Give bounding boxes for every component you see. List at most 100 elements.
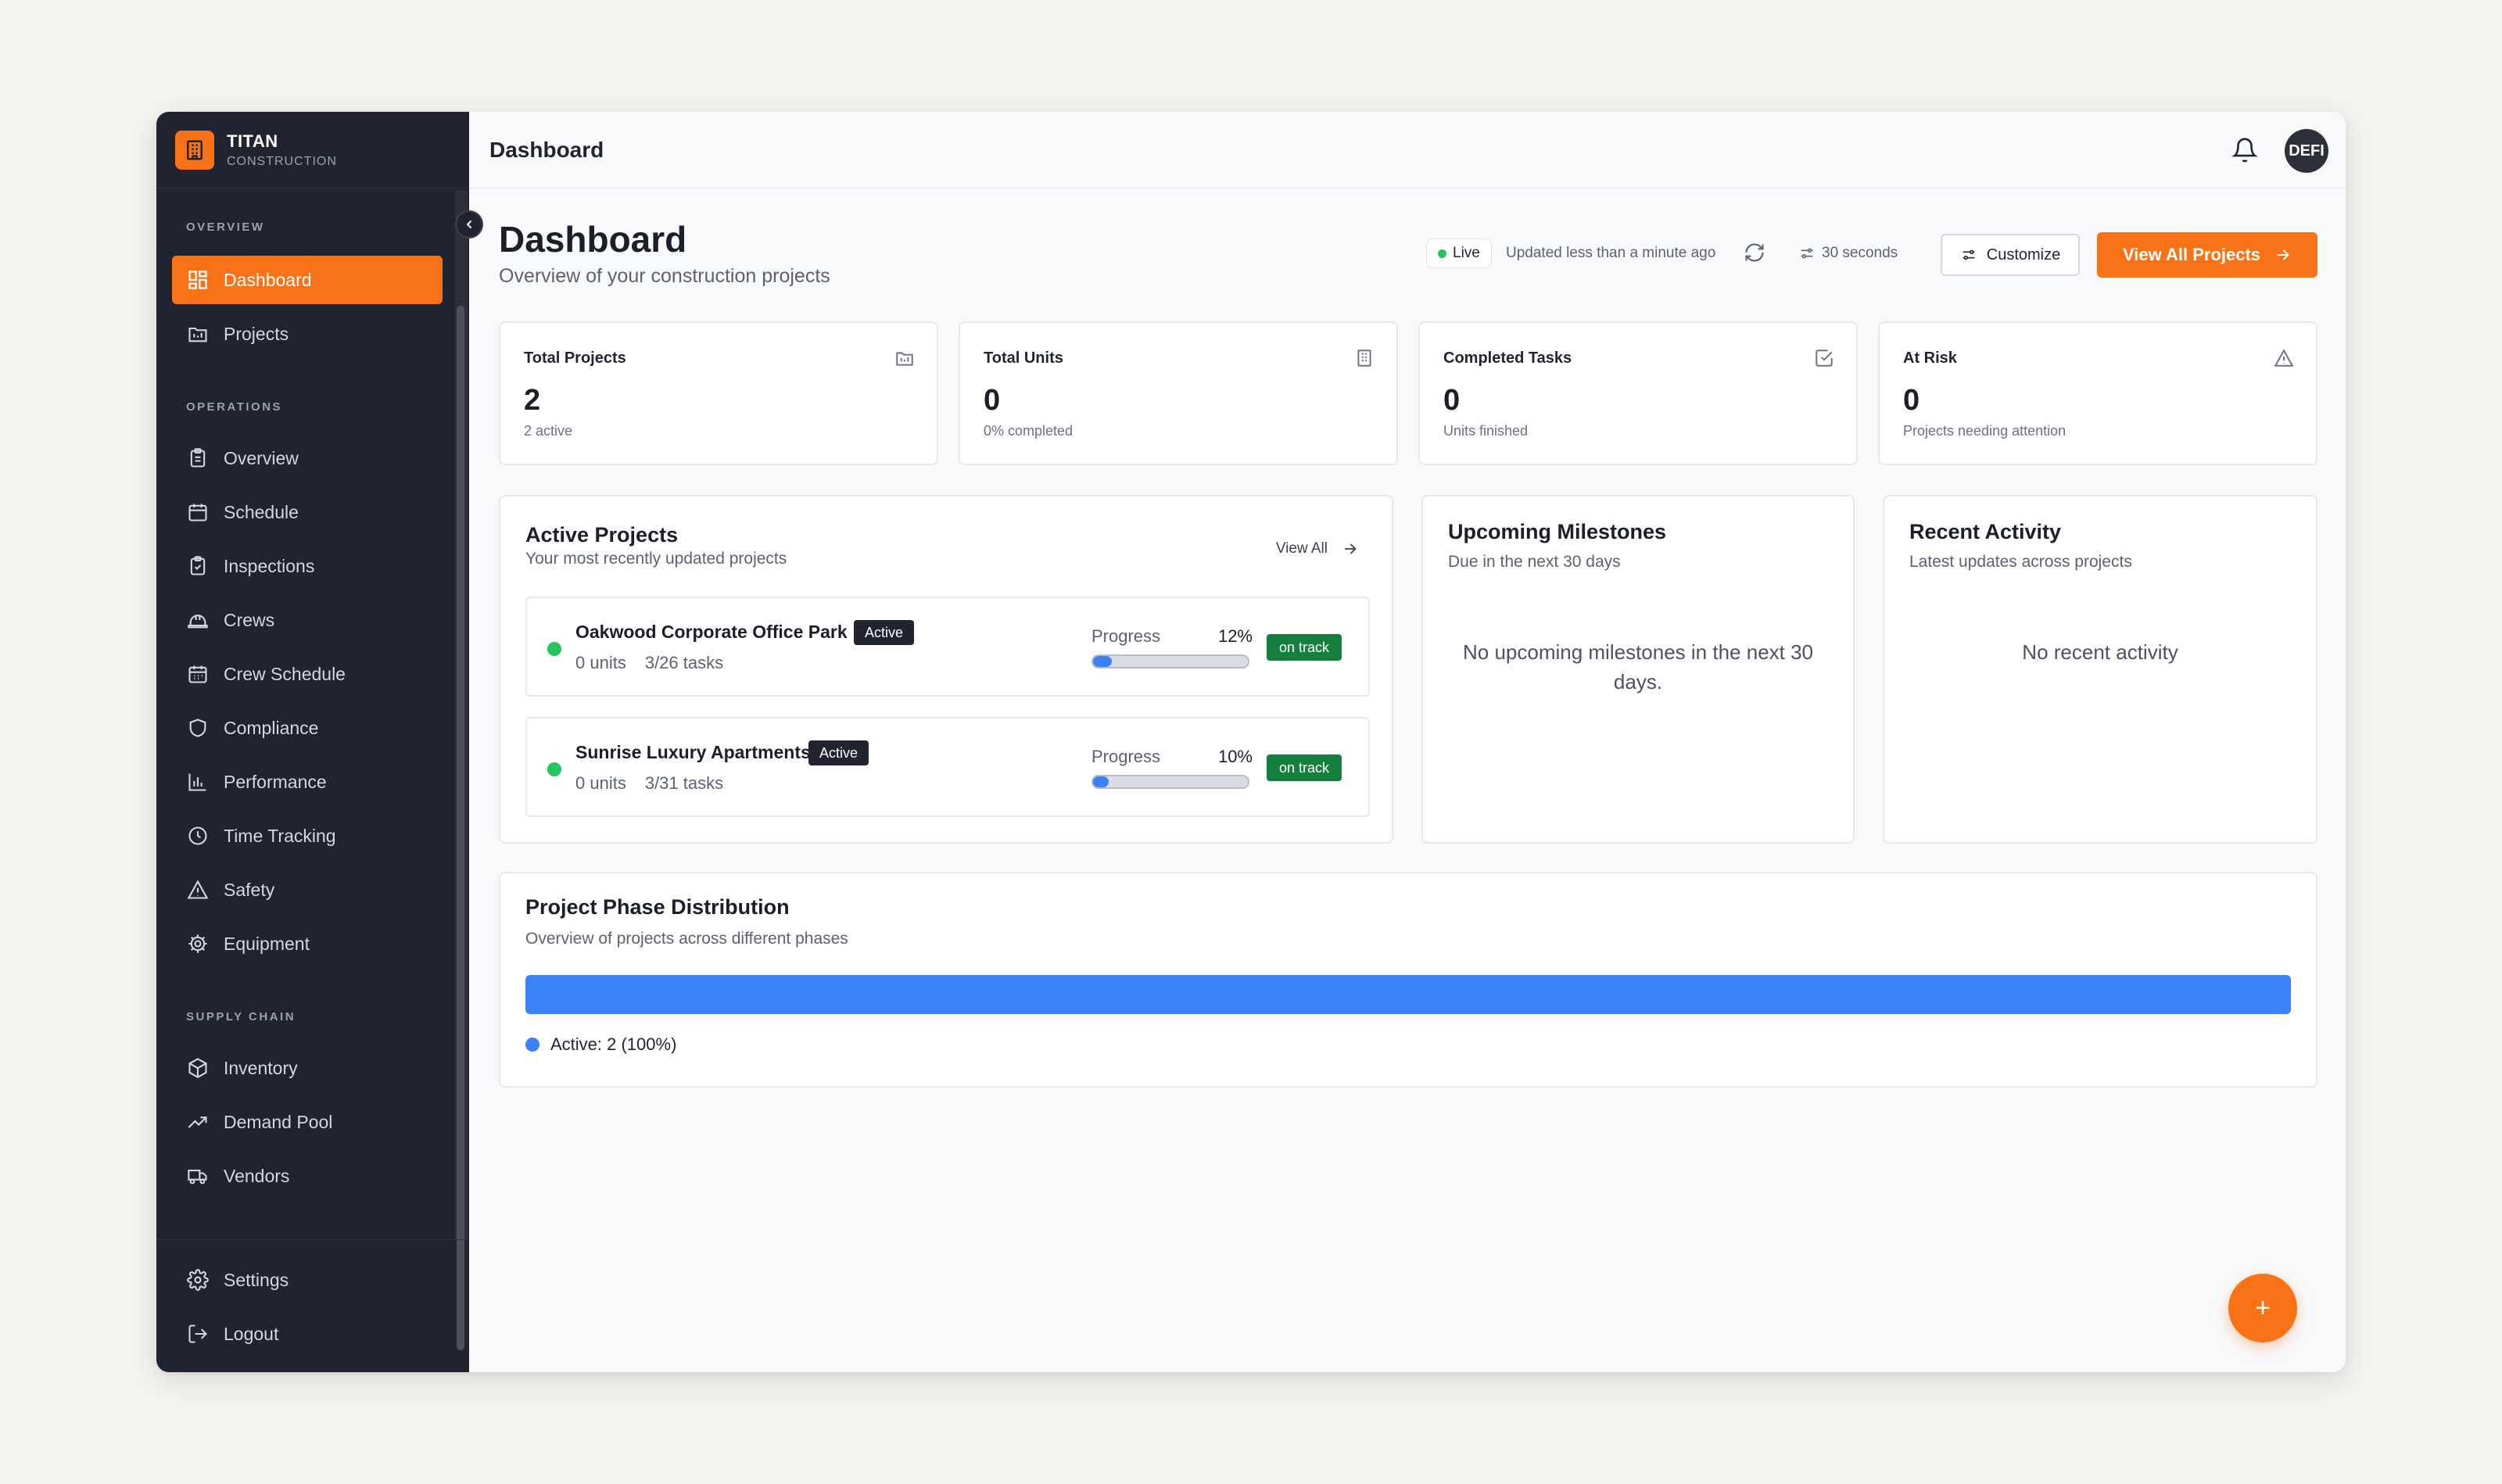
box-icon xyxy=(186,1056,210,1080)
stat-card-completed-tasks: Completed Tasks 0 Units finished xyxy=(1418,321,1858,465)
arrow-right-icon xyxy=(2277,249,2289,260)
panel-subtitle: Latest updates across projects xyxy=(1909,553,2132,571)
sidebar-scrollbar[interactable] xyxy=(457,306,464,1350)
sidebar: TITAN CONSTRUCTION OVERVIEW Dashboard Pr… xyxy=(156,112,483,1372)
topbar-title: Dashboard xyxy=(489,137,604,162)
sidebar-item-label: Vendors xyxy=(224,1165,290,1186)
sidebar-item-label: Settings xyxy=(224,1269,289,1290)
panel-title: Active Projects xyxy=(525,523,679,547)
sidebar-item-label: Logout xyxy=(224,1323,279,1344)
trending-up-icon xyxy=(186,1110,210,1134)
project-card[interactable]: Oakwood Corporate Office Park Active 0 u… xyxy=(525,597,1370,697)
add-button[interactable]: + xyxy=(2228,1274,2297,1342)
collapse-sidebar-button[interactable] xyxy=(455,210,483,238)
sidebar-item-projects[interactable]: Projects xyxy=(172,310,443,358)
stat-title: Completed Tasks xyxy=(1443,349,1572,367)
clipboard-icon xyxy=(186,446,210,470)
stat-value: 0 xyxy=(984,384,1001,417)
project-units: 0 units xyxy=(575,653,626,672)
app-window: TITAN CONSTRUCTION OVERVIEW Dashboard Pr… xyxy=(156,112,2346,1372)
sidebar-item-compliance[interactable]: Compliance xyxy=(172,704,443,752)
sidebar-item-label: Crew Schedule xyxy=(224,663,346,684)
chevron-left-icon xyxy=(467,220,471,228)
building-icon xyxy=(1354,348,1375,368)
panel-title: Project Phase Distribution xyxy=(525,895,790,919)
panel-title: Upcoming Milestones xyxy=(1448,520,1667,543)
stat-title: Total Projects xyxy=(524,349,626,367)
sliders-icon xyxy=(1963,249,1975,260)
calendar-icon xyxy=(186,500,210,524)
customize-button[interactable]: Customize xyxy=(1941,234,2080,276)
sidebar-item-logout[interactable]: Logout xyxy=(172,1310,443,1358)
stat-value: 0 xyxy=(1903,384,1920,417)
phase-bar-active[interactable] xyxy=(525,975,2291,1014)
section-label-operations: OPERATIONS xyxy=(186,400,283,414)
panel-subtitle: Overview of projects across different ph… xyxy=(525,930,848,948)
refresh-interval-select[interactable]: 30 seconds xyxy=(1798,238,1898,268)
stat-subtitle: 0% completed xyxy=(984,423,1074,439)
sidebar-item-time-tracking[interactable]: Time Tracking xyxy=(172,812,443,860)
panel-title: Recent Activity xyxy=(1909,520,2062,543)
refresh-icon[interactable] xyxy=(1744,242,1765,263)
stat-subtitle: Units finished xyxy=(1443,423,1529,439)
topbar: Dashboard DEFI xyxy=(469,112,2346,188)
project-name: Oakwood Corporate Office Park xyxy=(575,622,848,642)
hardhat-icon xyxy=(186,608,210,632)
customize-label: Customize xyxy=(1986,246,2061,263)
sidebar-item-vendors[interactable]: Vendors xyxy=(172,1152,443,1200)
phase-distribution-panel: Project Phase Distribution Overview of p… xyxy=(499,872,2317,1088)
sidebar-item-inspections[interactable]: Inspections xyxy=(172,542,443,590)
sidebar-item-dashboard[interactable]: Dashboard xyxy=(172,256,443,304)
project-card[interactable]: Sunrise Luxury Apartments Active 0 units… xyxy=(525,717,1370,817)
section-label-supply-chain: SUPPLY CHAIN xyxy=(186,1010,296,1023)
progress-bar xyxy=(1091,654,1249,669)
sidebar-item-crews[interactable]: Crews xyxy=(172,596,443,644)
sidebar-item-label: Inventory xyxy=(224,1057,298,1078)
project-name: Sunrise Luxury Apartments xyxy=(575,742,811,762)
progress-percent: 12% xyxy=(1217,626,1253,646)
on-track-badge: on track xyxy=(1267,755,1342,781)
view-all-label: View All xyxy=(1275,540,1328,557)
progress-bar xyxy=(1091,775,1249,789)
view-all-projects-label: View All Projects xyxy=(2122,245,2261,264)
sidebar-item-label: Performance xyxy=(224,771,327,792)
view-all-projects-button[interactable]: View All Projects xyxy=(2097,232,2317,278)
sidebar-item-crew-schedule[interactable]: Crew Schedule xyxy=(172,650,443,698)
sidebar-item-safety[interactable]: Safety xyxy=(172,866,443,914)
sidebar-item-overview[interactable]: Overview xyxy=(172,434,443,482)
project-meta: 0 units 3/31 tasks xyxy=(575,773,742,794)
legend-label: Active: 2 (100%) xyxy=(550,1034,677,1054)
sidebar-item-inventory[interactable]: Inventory xyxy=(172,1044,443,1092)
section-label-overview: OVERVIEW xyxy=(186,220,265,234)
project-units: 0 units xyxy=(575,773,626,793)
sidebar-item-equipment[interactable]: Equipment xyxy=(172,919,443,968)
sidebar-item-label: Dashboard xyxy=(224,269,312,290)
status-badge: Active xyxy=(808,740,869,765)
stat-title: At Risk xyxy=(1903,349,1957,367)
view-all-link[interactable]: View All xyxy=(1276,540,1359,557)
page-subtitle: Overview of your construction projects xyxy=(499,265,830,287)
stat-value: 0 xyxy=(1443,384,1461,417)
sidebar-item-performance[interactable]: Performance xyxy=(172,758,443,806)
sidebar-item-label: Safety xyxy=(224,879,275,900)
clipboard-check-icon xyxy=(186,554,210,578)
on-track-badge: on track xyxy=(1267,634,1342,661)
live-dot-icon xyxy=(1438,249,1446,258)
brand-name: TITAN xyxy=(227,131,278,151)
bar-chart-icon xyxy=(186,770,210,794)
avatar[interactable]: DEFI xyxy=(2285,129,2328,173)
sidebar-item-schedule[interactable]: Schedule xyxy=(172,488,443,536)
interval-label: 30 seconds xyxy=(1822,245,1898,261)
sidebar-item-settings[interactable]: Settings xyxy=(172,1256,443,1304)
arrow-right-icon xyxy=(1344,543,1357,554)
status-dot-icon xyxy=(547,642,561,656)
stat-value: 2 xyxy=(524,384,541,417)
panel-subtitle: Due in the next 30 days xyxy=(1448,553,1621,571)
progress-fill xyxy=(1093,656,1112,667)
project-meta: 0 units 3/26 tasks xyxy=(575,653,742,673)
bell-icon[interactable] xyxy=(2231,137,2258,163)
truck-icon xyxy=(186,1164,210,1188)
brand[interactable]: TITAN CONSTRUCTION xyxy=(156,112,469,188)
sidebar-item-demand-pool[interactable]: Demand Pool xyxy=(172,1098,443,1146)
stat-card-at-risk: At Risk 0 Projects needing attention xyxy=(1878,321,2317,465)
